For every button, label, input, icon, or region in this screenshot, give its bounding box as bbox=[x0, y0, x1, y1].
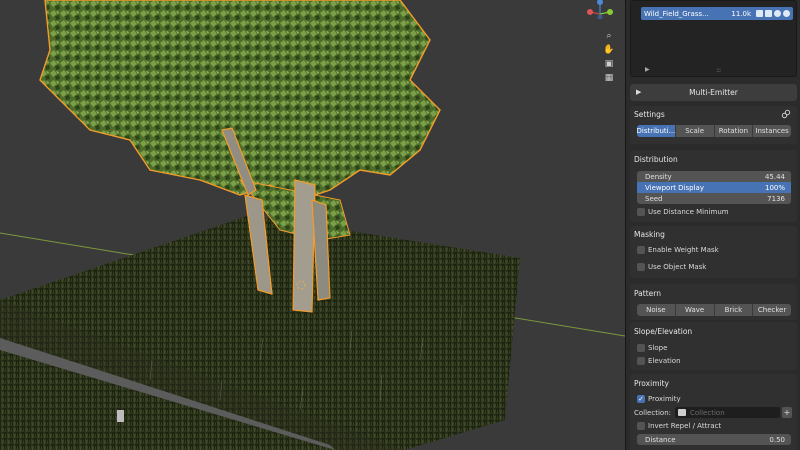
use-distance-minimum-checkbox[interactable]: Use Distance Minimum bbox=[637, 208, 729, 216]
checkbox-box[interactable] bbox=[637, 246, 645, 254]
tab-instances[interactable]: Instances bbox=[753, 125, 791, 137]
proximity-label: Proximity bbox=[648, 395, 681, 403]
invert-repel-attract-label: Invert Repel / Attract bbox=[648, 422, 722, 430]
render-icon[interactable] bbox=[783, 10, 790, 17]
pan-hand-icon[interactable]: ✋ bbox=[602, 44, 616, 56]
pattern-tabs: Noise Wave Brick Checker bbox=[637, 304, 791, 316]
checkbox-box[interactable] bbox=[637, 208, 645, 216]
checkbox-box[interactable] bbox=[637, 357, 645, 365]
slope-checkbox[interactable]: Slope bbox=[637, 344, 667, 352]
zoom-icon[interactable]: ⌕ bbox=[602, 30, 616, 42]
masking-title: Masking bbox=[634, 230, 665, 239]
tab-checker[interactable]: Checker bbox=[753, 304, 791, 316]
proximity-title: Proximity bbox=[634, 379, 669, 388]
viewport-display-field[interactable]: Viewport Display 100% bbox=[637, 182, 791, 193]
slope-label: Slope bbox=[648, 344, 668, 352]
use-object-mask-checkbox[interactable]: Use Object Mask bbox=[637, 263, 706, 271]
pattern-section: Pattern Noise Wave Brick Checker bbox=[630, 284, 797, 320]
checkbox-box[interactable] bbox=[637, 344, 645, 352]
resize-grip-icon[interactable]: :::: bbox=[716, 67, 721, 74]
add-collection-button[interactable]: + bbox=[782, 407, 792, 418]
seed-label: Seed bbox=[645, 194, 663, 203]
seed-value: 7136 bbox=[767, 194, 785, 203]
particle-system-list: Wild_Field_Grass... 11.0k ▶ :::: bbox=[630, 0, 797, 77]
viewport-display-label: Viewport Display bbox=[645, 183, 704, 192]
viewport-display-value: 100% bbox=[764, 183, 785, 192]
seed-field[interactable]: Seed 7136 bbox=[637, 193, 791, 204]
enable-weight-mask-checkbox[interactable]: Enable Weight Mask bbox=[637, 246, 719, 254]
enable-weight-mask-label: Enable Weight Mask bbox=[648, 246, 719, 254]
elevation-label: Elevation bbox=[648, 357, 681, 365]
camera-icon[interactable] bbox=[765, 10, 772, 17]
distribution-section: Distribution Density 45.44 Viewport Disp… bbox=[630, 150, 797, 222]
properties-panel: Wild_Field_Grass... 11.0k ▶ :::: ▶ Multi… bbox=[625, 0, 800, 450]
multi-emitter-label: Multi-Emitter bbox=[689, 88, 738, 97]
viewport-tools: ⌕ ✋ ▣ ▦ bbox=[602, 30, 616, 86]
masking-section: Masking Enable Weight Mask Use Object Ma… bbox=[630, 226, 797, 278]
density-field[interactable]: Density 45.44 bbox=[637, 171, 791, 182]
monitor-icon[interactable] bbox=[756, 10, 763, 17]
slope-elevation-section: Slope/Elevation Slope Elevation bbox=[630, 322, 797, 370]
distance-value: 0.50 bbox=[769, 435, 785, 444]
particle-count: 11.0k bbox=[731, 9, 751, 18]
tab-brick[interactable]: Brick bbox=[715, 304, 754, 316]
tab-noise[interactable]: Noise bbox=[637, 304, 676, 316]
tab-scale[interactable]: Scale bbox=[676, 125, 715, 137]
density-label: Density bbox=[645, 172, 672, 181]
tab-rotation[interactable]: Rotation bbox=[715, 125, 754, 137]
checkbox-box[interactable] bbox=[637, 263, 645, 271]
particle-system-name: Wild_Field_Grass... bbox=[644, 9, 709, 18]
density-value: 45.44 bbox=[764, 172, 785, 181]
scene-render bbox=[0, 0, 625, 450]
collection-placeholder: Collection bbox=[690, 408, 725, 417]
proximity-checkbox[interactable]: ✓ Proximity bbox=[637, 395, 681, 403]
navigation-gizmo[interactable] bbox=[582, 0, 618, 22]
tab-wave[interactable]: Wave bbox=[676, 304, 715, 316]
use-distance-minimum-label: Use Distance Minimum bbox=[648, 208, 729, 216]
3d-viewport[interactable]: ⌕ ✋ ▣ ▦ bbox=[0, 0, 625, 450]
play-arrow-icon[interactable]: ▶ bbox=[645, 66, 650, 73]
use-object-mask-label: Use Object Mask bbox=[648, 263, 707, 271]
collection-field[interactable]: Collection bbox=[675, 407, 780, 418]
settings-section: Settings Distributi... Scale Rotation In… bbox=[630, 106, 797, 144]
elevation-checkbox[interactable]: Elevation bbox=[637, 357, 681, 365]
distribution-title: Distribution bbox=[634, 155, 678, 164]
visibility-icon[interactable] bbox=[774, 10, 781, 17]
distance-field[interactable]: Distance 0.50 bbox=[637, 434, 791, 445]
checkbox-box[interactable] bbox=[637, 422, 645, 430]
camera-icon[interactable]: ▣ bbox=[602, 58, 616, 70]
collection-label: Collection: bbox=[634, 409, 671, 417]
grid-icon[interactable]: ▦ bbox=[602, 72, 616, 84]
slope-elevation-title: Slope/Elevation bbox=[634, 327, 693, 336]
settings-tabs: Distributi... Scale Rotation Instances bbox=[637, 125, 791, 137]
link-icon[interactable] bbox=[781, 109, 791, 119]
collection-icon bbox=[678, 409, 686, 416]
settings-title: Settings bbox=[634, 110, 665, 119]
tab-distribution[interactable]: Distributi... bbox=[637, 125, 676, 137]
particle-system-item[interactable]: Wild_Field_Grass... 11.0k bbox=[641, 7, 793, 20]
proximity-section: Proximity ✓ Proximity Collection: Collec… bbox=[630, 374, 797, 450]
distance-label: Distance bbox=[645, 435, 676, 444]
invert-repel-attract-checkbox[interactable]: Invert Repel / Attract bbox=[637, 422, 721, 430]
multi-emitter-header[interactable]: ▶ Multi-Emitter bbox=[630, 84, 797, 101]
checkmark-icon[interactable]: ✓ bbox=[637, 395, 645, 403]
pattern-title: Pattern bbox=[634, 289, 661, 298]
